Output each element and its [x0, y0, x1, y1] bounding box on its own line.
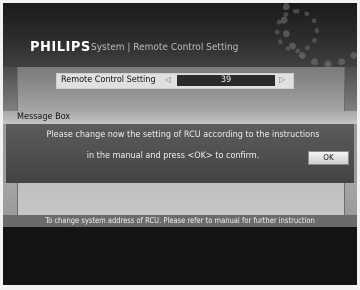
- footer-hint: To change system address of RCU. Please …: [45, 216, 315, 225]
- message-box-title-bar: Message Box: [3, 111, 357, 124]
- setting-label: Remote Control Setting: [61, 75, 156, 85]
- tv-screen: PHILIPS System | Remote Control Setting …: [3, 3, 357, 285]
- message-line-1: Please change now the setting of RCU acc…: [46, 130, 320, 140]
- message-box-title: Message Box: [17, 112, 71, 122]
- breadcrumb: System | Remote Control Setting: [91, 42, 239, 53]
- setting-value[interactable]: 39: [177, 75, 275, 86]
- message-box-body: Please change now the setting of RCU acc…: [3, 124, 357, 183]
- footer-bar: To change system address of RCU. Please …: [3, 215, 357, 227]
- message-line-2: in the manual and press <OK> to confirm.: [86, 151, 260, 161]
- gear-icon: [275, 9, 319, 53]
- arrow-right-icon[interactable]: ▷: [279, 75, 285, 84]
- arrow-left-icon[interactable]: ◁: [165, 75, 171, 84]
- message-box: Message Box Please change now the settin…: [3, 111, 357, 183]
- bottom-area: [3, 227, 357, 285]
- ok-button[interactable]: OK: [308, 151, 349, 165]
- brand-logo: PHILIPS: [30, 40, 91, 55]
- remote-control-setting-row[interactable]: Remote Control Setting ◁ 39 ▷: [56, 73, 294, 89]
- header: PHILIPS System | Remote Control Setting: [3, 3, 357, 73]
